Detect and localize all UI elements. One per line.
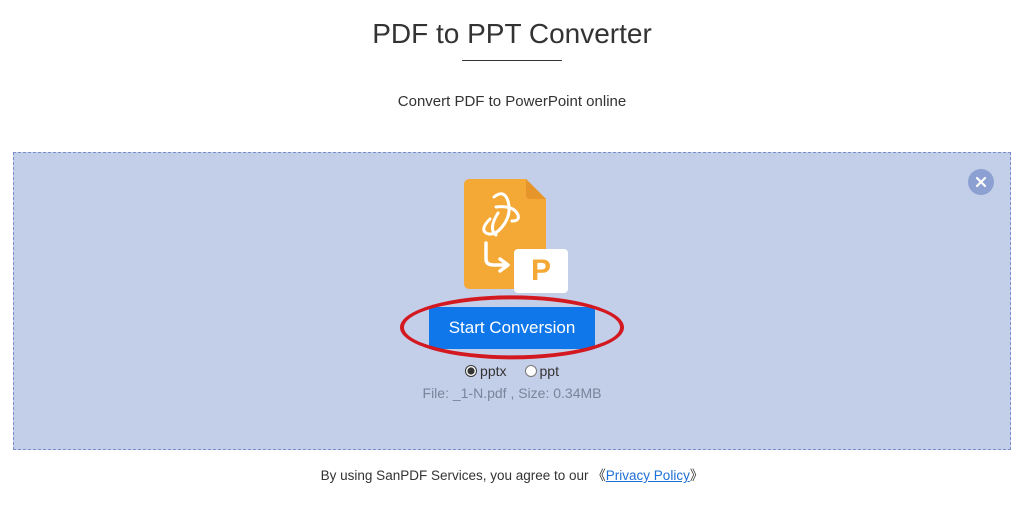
radio-pptx[interactable] [465, 365, 477, 377]
format-label-pptx: pptx [480, 363, 506, 379]
format-option-pptx[interactable]: pptx [465, 363, 506, 379]
format-option-ppt[interactable]: ppt [525, 363, 559, 379]
file-info: File: _1-N.pdf , Size: 0.34MB [423, 385, 602, 401]
bracket-open: 《 [592, 468, 606, 483]
page-subtitle: Convert PDF to PowerPoint online [372, 93, 652, 110]
format-label-ppt: ppt [540, 363, 559, 379]
footer-prefix: By using SanPDF Services, you agree to o… [321, 468, 593, 483]
radio-ppt[interactable] [525, 365, 537, 377]
format-selector: pptx ppt [465, 363, 559, 379]
file-type-icon: P [464, 179, 560, 299]
close-icon [975, 176, 987, 188]
ppt-badge: P [514, 249, 568, 293]
footer: By using SanPDF Services, you agree to o… [321, 464, 704, 484]
dropzone-panel: P Start Conversion pptx ppt File: _1-N.p… [13, 152, 1011, 450]
ppt-badge-letter: P [531, 256, 551, 286]
page-title: PDF to PPT Converter [372, 18, 652, 50]
bracket-close: 》 [690, 468, 704, 483]
start-conversion-button[interactable]: Start Conversion [429, 307, 596, 349]
close-button[interactable] [968, 169, 994, 195]
title-underline [462, 60, 562, 61]
privacy-policy-link[interactable]: Privacy Policy [606, 468, 690, 483]
